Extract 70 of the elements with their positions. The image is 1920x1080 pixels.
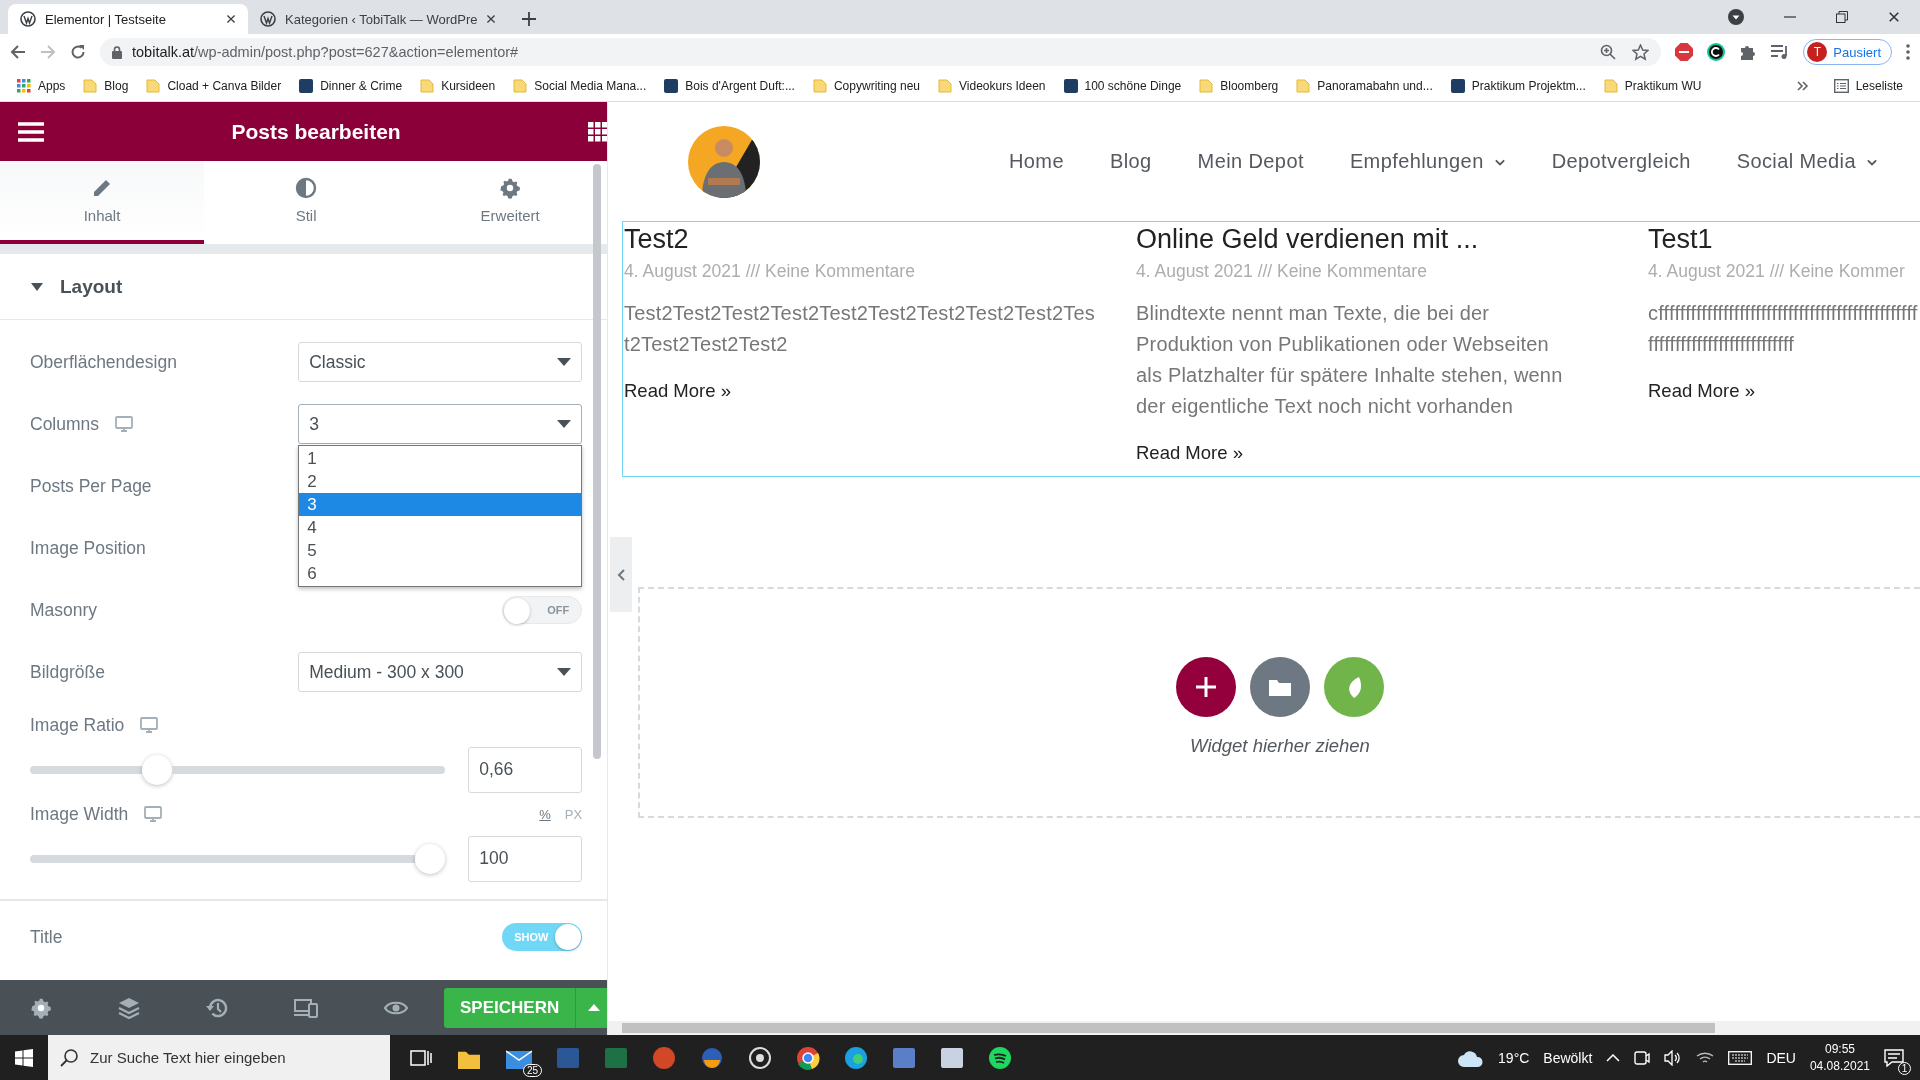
dropdown-option[interactable]: 3 xyxy=(299,493,582,516)
bookmark[interactable]: Bois d'Argent Duft:... xyxy=(655,72,804,99)
post-excerpt: Blindtexte nennt man Texte, die bei der Produktion von Publikationen oder Webseiten als Platzhalter für spätere Inhalte stehen, wenn der eigentliche Text noch nicht vorhanden xyxy=(1136,301,1564,419)
reading-list-button[interactable]: Leseliste xyxy=(1824,72,1912,99)
browser-tab[interactable]: Kategorien ‹ TobiTalk — WordPre xyxy=(248,4,509,34)
bookmark[interactable]: Panoramabahn und... xyxy=(1287,72,1442,99)
bookmark[interactable]: Bloomberg xyxy=(1190,72,1288,99)
post-excerpt: Test2Test2Test2Test2Test2Test2Test2Test2Test2Test2Test2Test2Test2 xyxy=(624,301,1096,357)
bookmark[interactable]: Cload + Canva Bilder xyxy=(137,72,291,99)
select-field[interactable]: 3 xyxy=(298,404,583,444)
number-field[interactable]: 0,66 xyxy=(468,746,583,793)
bookmark[interactable]: Blog xyxy=(74,72,138,99)
post-title[interactable]: Test1 xyxy=(1648,224,1920,255)
post-meta: 4. August 2021 /// Keine Kommer xyxy=(1648,261,1906,282)
clock-date[interactable]: 04.08.2021 xyxy=(1809,1057,1870,1075)
post-title[interactable]: Test2 xyxy=(624,224,1135,255)
bookmark[interactable]: Praktikum Projektm... xyxy=(1441,72,1595,99)
drop-hint: Widget hierher ziehen xyxy=(1190,734,1370,757)
control-label: Image Position xyxy=(30,537,146,559)
control-label: Image Width xyxy=(30,803,129,825)
select-field[interactable]: Classic xyxy=(298,342,583,382)
panel-tab[interactable]: Inhalt xyxy=(0,161,205,244)
post-meta: 4. August 2021 /// Keine Kommentare xyxy=(1136,261,1428,282)
post-title[interactable]: Online Geld verdienen mit ... xyxy=(1136,224,1647,255)
number-field[interactable]: 100 xyxy=(468,835,583,882)
browser-tab[interactable]: Elementor | Testseite xyxy=(8,4,248,34)
dropdown-option[interactable]: 5 xyxy=(299,539,582,562)
weather-text: Bewölkt xyxy=(1543,1049,1593,1066)
bookmark[interactable]: Apps xyxy=(8,72,75,99)
bookmark[interactable]: Social Media Mana... xyxy=(504,72,656,99)
panel-tab[interactable]: Erweitert xyxy=(408,161,607,244)
control-label: Title xyxy=(30,926,63,948)
control-label: Oberflächendesign xyxy=(30,351,177,373)
read-more-link[interactable]: Read More » xyxy=(624,380,731,401)
unit-option[interactable]: % xyxy=(539,806,551,822)
nav-link[interactable]: Blog xyxy=(1109,150,1152,173)
dropdown-option[interactable]: 1 xyxy=(299,447,582,470)
panel-title: Posts bearbeiten xyxy=(231,119,401,144)
nav-link[interactable]: Home xyxy=(1009,150,1064,173)
dropdown-option[interactable]: 4 xyxy=(299,516,582,539)
control-label: Masonry xyxy=(30,599,98,621)
control-label: Posts Per Page xyxy=(30,475,152,497)
control-label: Image Ratio xyxy=(30,714,125,736)
post-meta: 4. August 2021 /// Keine Kommentare xyxy=(624,261,916,282)
bookmark[interactable]: Kursideen xyxy=(411,72,505,99)
dropdown-option[interactable]: 2 xyxy=(299,470,582,493)
read-more-link[interactable]: Read More » xyxy=(1648,380,1755,401)
notification-count: 1 xyxy=(1898,1061,1911,1075)
select-field[interactable]: Medium - 300 x 300 xyxy=(298,652,583,692)
nav-link[interactable]: Empfehlungen xyxy=(1349,150,1506,173)
post-excerpt: cfffffffffffffffffffffffffffffffffffffffffffffffffffffffffffffffffffffffffff xyxy=(1648,301,1919,357)
nav-link[interactable]: Social Media xyxy=(1736,150,1878,173)
control-label: Columns xyxy=(30,413,100,435)
dropdown-option[interactable]: 6 xyxy=(299,562,582,585)
nav-link[interactable]: Depotvergleich xyxy=(1551,150,1691,173)
url-text: tobitalk.at/wp-admin/post.php?post=627&action=elementor# xyxy=(132,44,519,60)
clock-time[interactable]: 09:55 xyxy=(1824,1040,1855,1058)
control-label: Bildgröße xyxy=(30,661,105,683)
bookmark[interactable]: Copywriting neu xyxy=(803,72,929,99)
bookmark[interactable]: Praktikum WU xyxy=(1594,72,1711,99)
read-more-link[interactable]: Read More » xyxy=(1136,442,1243,463)
bookmark[interactable]: Dinner & Crime xyxy=(290,72,412,99)
language-indicator[interactable]: DEU xyxy=(1766,1049,1796,1066)
bookmark[interactable]: 100 schöne Dinge xyxy=(1054,72,1191,99)
search-field[interactable]: Zur Suche Text hier eingeben xyxy=(48,1035,390,1080)
address-bar[interactable]: tobitalk.at/wp-admin/post.php?post=627&action=elementor# xyxy=(100,38,1662,66)
bookmark[interactable]: Videokurs Ideen xyxy=(929,72,1055,99)
panel-tab[interactable]: Stil xyxy=(204,161,409,244)
temperature-text: 19°C xyxy=(1498,1049,1530,1066)
nav-link[interactable]: Mein Depot xyxy=(1197,150,1304,173)
